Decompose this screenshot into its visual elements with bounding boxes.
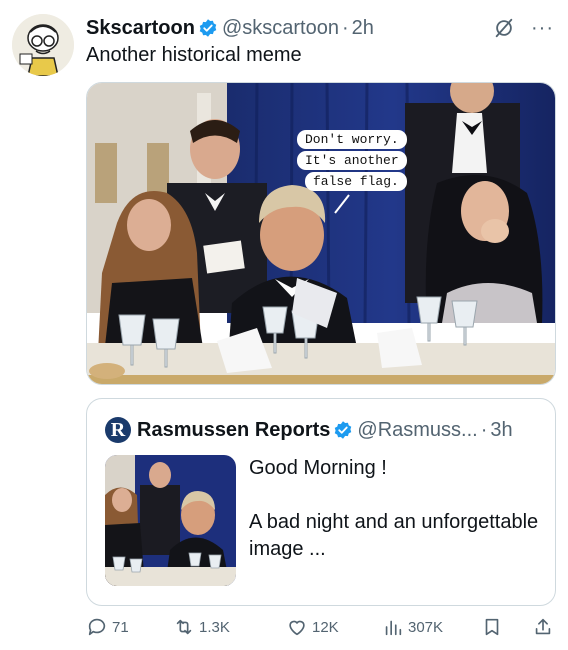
verified-badge-icon [335,421,352,439]
bookmark-icon [485,618,499,636]
quoted-separator: · [480,418,488,441]
media-photo [87,83,555,384]
more-icon[interactable]: ··· [531,18,554,38]
tweet-header: Skscartoon @skscartoon · 2h ··· [86,14,554,42]
quoted-timestamp[interactable]: 3h [490,419,512,442]
like-button[interactable]: 12K [286,616,339,638]
reply-icon [88,618,106,636]
quoted-media-photo [105,455,236,586]
handle[interactable]: @skscartoon [222,17,339,40]
views-count: 307K [408,618,444,636]
repost-count: 1.3K [199,618,230,636]
quoted-tweet-text: Good Morning ! A bad night and an unforg… [249,455,539,563]
repost-icon [176,619,192,635]
separator: · [341,16,349,39]
avatar-cartoon-icon [12,14,74,76]
repost-button[interactable]: 1.3K [173,616,230,638]
share-button[interactable] [532,616,554,638]
quoted-handle[interactable]: @Rasmuss... [357,419,477,442]
quoted-display-name[interactable]: Rasmussen Reports [137,419,330,442]
bookmark-button[interactable] [481,616,503,638]
speech-bubble-line-1: Don't worry. [297,130,407,149]
quoted-text-line-1: Good Morning ! [249,457,387,479]
quoted-text-line-2: A bad night and an unforgettable image .… [249,511,539,560]
quoted-avatar[interactable]: R [105,417,131,443]
views-button[interactable]: 307K [382,616,443,638]
quoted-tweet[interactable]: R Rasmussen Reports @Rasmuss... · 3h Goo… [86,398,556,606]
timestamp[interactable]: 2h [352,17,374,40]
verified-badge-icon [199,19,217,37]
reply-button[interactable]: 71 [86,616,129,638]
speech-bubble-line-3: false flag. [305,172,407,191]
header-actions: ··· [493,17,554,39]
quoted-tweet-header: R Rasmussen Reports @Rasmuss... · 3h [105,417,513,443]
grok-icon[interactable] [493,17,515,39]
share-icon [535,618,551,635]
display-name[interactable]: Skscartoon [86,17,195,40]
views-icon [385,620,402,636]
tweet-media[interactable]: Don't worry. It's another false flag. [86,82,556,385]
speech-bubble-line-2: It's another [297,151,407,170]
like-icon [289,620,305,636]
tweet-text: Another historical meme [86,44,302,66]
quoted-media-thumbnail[interactable] [105,455,236,586]
reply-count: 71 [112,618,129,636]
like-count: 12K [312,618,339,636]
avatar[interactable] [12,14,74,76]
action-bar: 71 1.3K 12K 307K [86,614,556,640]
